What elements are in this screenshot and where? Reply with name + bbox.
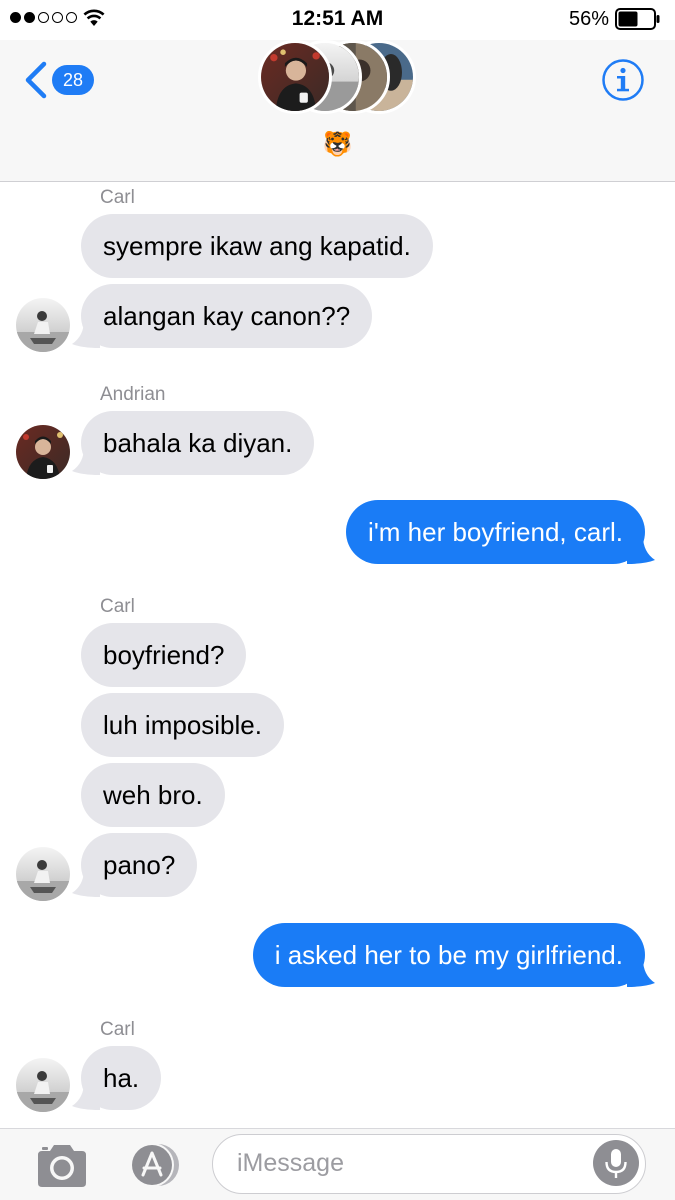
avatar[interactable] (16, 425, 70, 479)
incoming-message[interactable]: bahala ka diyan. (81, 411, 315, 475)
incoming-message[interactable]: luh imposible. (81, 693, 284, 757)
microphone-icon[interactable] (593, 1140, 639, 1186)
incoming-message[interactable]: weh bro. (81, 763, 225, 827)
conversation-header: 28 🐯 (0, 40, 675, 182)
bubble-tail (72, 1082, 100, 1110)
message-input[interactable] (237, 1135, 577, 1192)
outgoing-message[interactable]: i'm her boyfriend, carl. (346, 500, 645, 564)
battery-percent: 56% (568, 8, 609, 30)
incoming-message[interactable]: syempre ikaw ang kapatid. (81, 214, 433, 278)
sender-name: Carl (100, 187, 135, 208)
camera-icon[interactable] (34, 1141, 90, 1189)
bubble-tail (72, 869, 100, 897)
bubble-tail (627, 536, 655, 564)
avatar (258, 40, 332, 114)
unread-count-badge: 28 (52, 65, 94, 95)
info-icon[interactable] (601, 58, 645, 102)
battery-icon (615, 8, 660, 30)
sender-name: Andrian (100, 384, 166, 405)
outgoing-message[interactable]: i asked her to be my girlfriend. (252, 923, 645, 987)
avatar[interactable] (16, 298, 70, 352)
group-avatars[interactable] (258, 40, 428, 116)
bubble-tail (72, 447, 100, 475)
bubble-tail (627, 959, 655, 987)
status-bar: 12:51 AM 56% (0, 0, 675, 40)
back-button[interactable]: 28 (22, 60, 94, 100)
back-chevron-icon (25, 61, 47, 99)
imessage-screen: 12:51 AM 56% 28 🐯 Carl syempre ikaw ang … (0, 0, 675, 1200)
incoming-message[interactable]: alangan kay canon?? (81, 284, 373, 348)
compose-bar (0, 1128, 675, 1200)
app-store-icon[interactable] (122, 1141, 184, 1189)
sender-name: Carl (100, 1019, 135, 1040)
message-input-container (212, 1134, 646, 1194)
incoming-message[interactable]: boyfriend? (81, 623, 247, 687)
bubble-tail (72, 320, 100, 348)
sender-name: Carl (100, 596, 135, 617)
group-name-emoji: 🐯 (322, 131, 353, 158)
avatar[interactable] (16, 847, 70, 901)
avatar[interactable] (16, 1058, 70, 1112)
